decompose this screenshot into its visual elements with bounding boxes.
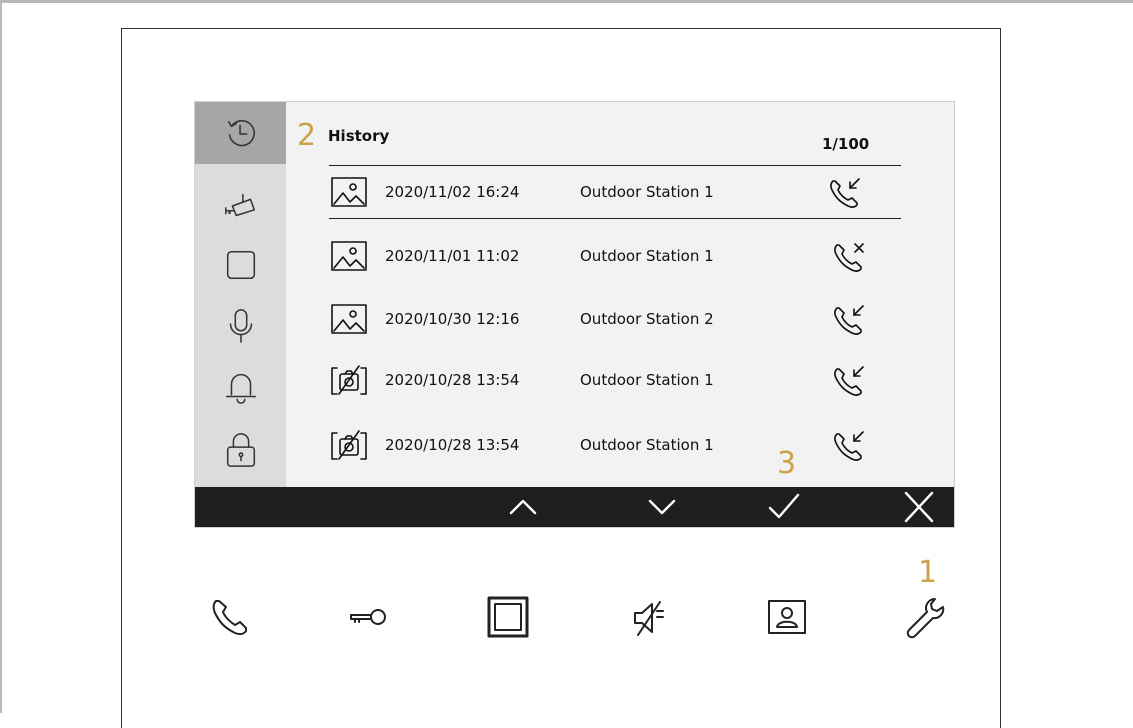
confirm-button[interactable] — [754, 487, 814, 527]
chevron-down-icon — [648, 499, 676, 515]
microphone-icon — [229, 309, 252, 343]
sidebar-item-microphone[interactable] — [195, 295, 286, 357]
checkmark-icon — [768, 493, 800, 519]
row-station: Outdoor Station 1 — [580, 436, 714, 454]
mute-button[interactable] — [624, 592, 674, 642]
intercom-screen-icon — [768, 600, 806, 634]
history-icon — [227, 120, 255, 147]
history-row[interactable]: 2020/11/02 16:24 Outdoor Station 1 — [329, 172, 901, 212]
page-title: History — [328, 127, 390, 145]
callout-1: 1 — [918, 555, 938, 590]
bottom-toolbar — [195, 487, 954, 527]
bell-icon — [225, 373, 256, 404]
history-row[interactable]: 2020/10/28 13:54 Outdoor Station 1 — [329, 360, 901, 400]
mute-icon — [634, 601, 664, 636]
no-image-icon — [331, 365, 367, 395]
page-counter: 1/100 — [822, 135, 870, 153]
sidebar-item-surveillance[interactable] — [195, 175, 286, 237]
incoming-call-icon — [831, 428, 867, 462]
unlock-button[interactable] — [344, 592, 394, 642]
call-button[interactable] — [205, 592, 255, 642]
divider-top — [329, 165, 901, 166]
image-icon — [331, 304, 367, 334]
row-station: Outdoor Station 2 — [580, 310, 714, 328]
settings-button[interactable] — [900, 592, 950, 642]
phone-icon — [212, 600, 247, 636]
sidebar — [195, 102, 286, 487]
lock-icon — [226, 433, 255, 467]
incoming-call-icon — [827, 175, 863, 209]
sidebar-item-lock[interactable] — [195, 419, 286, 481]
sidebar-item-history[interactable] — [195, 102, 286, 164]
incoming-call-icon — [831, 302, 867, 336]
scroll-up-button[interactable] — [493, 487, 553, 527]
row-date: 2020/11/02 16:24 — [385, 183, 520, 201]
divider-selected — [329, 218, 901, 219]
image-icon — [331, 241, 367, 271]
surveillance-camera-icon — [224, 193, 255, 217]
touch-screen: 2 History 1/100 2020/11/02 16:24 Outdoor… — [194, 101, 955, 528]
missed-call-icon — [831, 239, 867, 273]
square-icon — [226, 250, 255, 280]
intercom-button[interactable] — [762, 592, 812, 642]
no-image-icon — [331, 430, 367, 460]
callout-3: 3 — [777, 446, 797, 481]
scroll-down-button[interactable] — [632, 487, 692, 527]
close-icon — [904, 491, 934, 523]
incoming-call-icon — [831, 363, 867, 397]
history-row[interactable]: 2020/10/30 12:16 Outdoor Station 2 — [329, 299, 901, 339]
history-row[interactable]: 2020/10/28 13:54 Outdoor Station 1 — [329, 425, 901, 465]
row-station: Outdoor Station 1 — [580, 371, 714, 389]
image-icon — [331, 177, 367, 207]
chevron-up-icon — [509, 499, 537, 515]
key-icon — [350, 609, 386, 625]
history-row[interactable]: 2020/11/01 11:02 Outdoor Station 1 — [329, 236, 901, 276]
row-date: 2020/10/28 13:54 — [385, 436, 520, 454]
square-frame-icon — [487, 596, 529, 638]
row-date: 2020/11/01 11:02 — [385, 247, 520, 265]
row-date: 2020/10/30 12:16 — [385, 310, 520, 328]
row-station: Outdoor Station 1 — [580, 247, 714, 265]
square-button[interactable] — [483, 592, 533, 642]
row-station: Outdoor Station 1 — [580, 183, 714, 201]
sidebar-item-square[interactable] — [195, 234, 286, 296]
callout-2: 2 — [297, 118, 317, 153]
close-button[interactable] — [889, 487, 949, 527]
row-date: 2020/10/28 13:54 — [385, 371, 520, 389]
wrench-icon — [906, 598, 945, 639]
sidebar-item-bell[interactable] — [195, 356, 286, 418]
